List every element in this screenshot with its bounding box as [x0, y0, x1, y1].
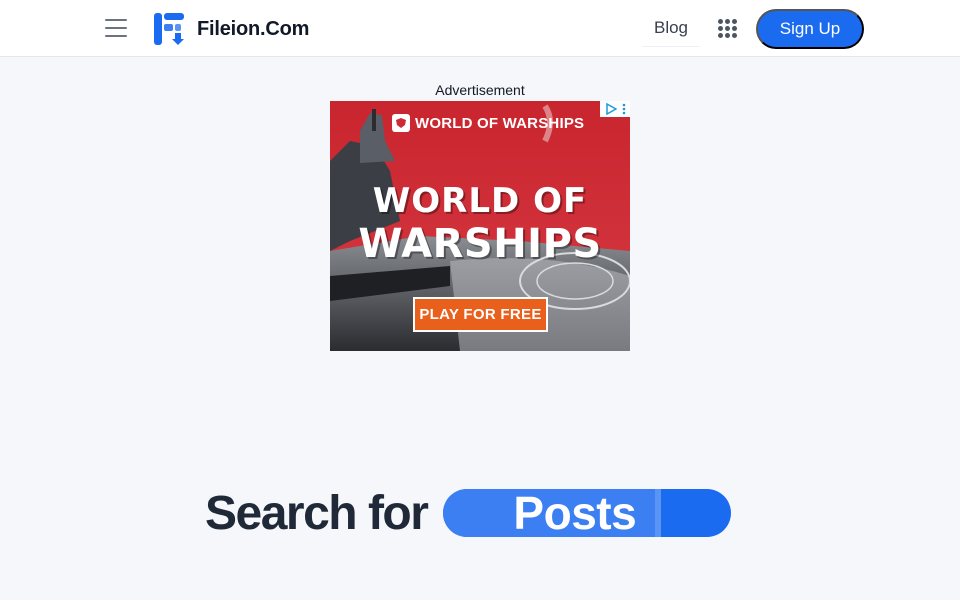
ad-title-line2: WARSHIPS: [358, 221, 602, 267]
grid-dot: [718, 33, 723, 38]
grid-dot: [732, 33, 737, 38]
ad-play-icon: [605, 103, 617, 115]
menu-line: [105, 35, 127, 37]
grid-dot: [732, 19, 737, 24]
brand-name: Fileion.Com: [197, 17, 310, 40]
menu-line: [105, 27, 127, 29]
signup-button[interactable]: Sign Up: [756, 9, 864, 49]
nav-blog-link[interactable]: Blog: [642, 9, 700, 47]
grid-dot: [732, 26, 737, 31]
grid-dot: [725, 33, 730, 38]
advertisement-label: Advertisement: [435, 82, 525, 98]
site-logo-link[interactable]: Fileion.Com: [153, 12, 309, 46]
hero-heading: Search for Posts: [205, 486, 732, 540]
ad-title-line1: WORLD OF: [372, 181, 588, 221]
menu-line: [105, 19, 127, 21]
grid-dot: [725, 26, 730, 31]
hamburger-menu-icon[interactable]: [104, 17, 128, 39]
grid-dot: [725, 19, 730, 24]
grid-dots-icon[interactable]: [718, 19, 737, 38]
hero-highlight-pill: Posts: [443, 489, 732, 537]
ad-choices-button[interactable]: [600, 101, 630, 117]
more-vertical-icon: [622, 103, 625, 115]
fileion-logo-icon: [154, 13, 184, 45]
site-header: Fileion.Com Blog Sign Up: [0, 0, 960, 57]
advertisement-banner[interactable]: WORLD OF WARSHIPS WORLD OF WARSHIPS PLAY…: [330, 101, 630, 351]
grid-dot: [718, 19, 723, 24]
typing-caret: [655, 489, 662, 537]
warships-shield-icon: [392, 114, 410, 132]
play-for-free-button[interactable]: PLAY FOR FREE: [413, 297, 548, 332]
ad-brand: WORLD OF WARSHIPS: [392, 114, 584, 132]
ad-brand-text: WORLD OF WARSHIPS: [415, 114, 585, 132]
hero-prefix: Search for: [205, 486, 429, 540]
grid-dot: [718, 26, 723, 31]
hero-highlight-word: Posts: [513, 489, 637, 537]
